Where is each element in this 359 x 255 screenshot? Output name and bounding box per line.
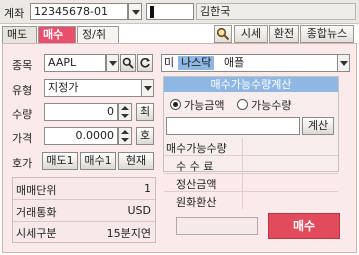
symbol-label: 종목	[12, 59, 33, 72]
price-stepper[interactable]	[118, 127, 132, 145]
tab-buy[interactable]: 매수	[38, 26, 76, 43]
calc-title: 매수가능수량계산	[164, 77, 338, 92]
text-cursor	[150, 6, 154, 18]
search-icon	[216, 27, 230, 41]
info-label: 매매단위	[16, 184, 57, 197]
stock-dropdown-button[interactable]	[337, 54, 350, 72]
info-table: 매매단위 1 거래통화 USD 시세구분 15분지연	[12, 177, 156, 243]
calc-row: 수 수 료	[164, 156, 338, 174]
calc-input[interactable]	[166, 117, 300, 135]
calc-row: 매수가능수량	[164, 138, 338, 156]
exchange-button[interactable]: 환전	[269, 25, 299, 43]
divider	[242, 138, 243, 155]
radio-available-qty-label: 가능수량	[251, 99, 292, 112]
calc-button[interactable]: 계산	[302, 117, 334, 135]
divider	[242, 156, 243, 173]
arrow-up-icon	[121, 106, 129, 110]
arrow-down-icon	[121, 114, 129, 118]
radio-available-qty[interactable]	[237, 99, 248, 110]
market-badge: 나스닥	[178, 56, 215, 70]
stock-info-field: 미 나스닥 애플	[161, 54, 338, 72]
order-type-dropdown-button[interactable]	[141, 79, 154, 97]
quantity-input[interactable]: 0	[44, 103, 118, 121]
arrow-up-icon	[121, 130, 129, 134]
calc-row: 정산금액	[164, 174, 338, 192]
order-type-select[interactable]: 지정가	[44, 79, 142, 97]
account-label: 계좌	[4, 7, 25, 20]
quantity-stepper[interactable]	[118, 103, 132, 121]
price-quote-button[interactable]: 호	[136, 127, 154, 145]
quote-current-button[interactable]: 현재	[118, 152, 154, 170]
chevron-down-icon	[132, 10, 140, 15]
chevron-down-icon	[340, 61, 348, 66]
tab-modify-cancel[interactable]: 정/취	[77, 26, 119, 43]
info-value: 1	[144, 182, 151, 195]
quote-buy1-button[interactable]: 매수1	[80, 152, 116, 170]
buy-submit-button[interactable]: 매수	[268, 213, 340, 239]
symbol-dropdown-button[interactable]	[106, 54, 119, 72]
account-holder-name: 김한국	[196, 3, 356, 20]
message-box	[176, 217, 258, 235]
divider	[242, 174, 243, 191]
calc-row: 원화환산	[164, 192, 338, 210]
arrow-down-icon	[121, 138, 129, 142]
price-input[interactable]: 0.0000	[44, 127, 118, 145]
info-value: 15분지연	[106, 227, 151, 240]
price-label: 가격	[12, 132, 33, 145]
symbol-search-button[interactable]	[120, 54, 136, 72]
password-field[interactable]	[146, 3, 194, 20]
radio-available-amount[interactable]	[170, 99, 181, 110]
calc-row-label: 매수가능수량	[166, 142, 227, 155]
info-row: 거래통화 USD	[13, 200, 155, 222]
quote-label: 호가	[12, 157, 33, 170]
calc-row-label: 수 수 료	[176, 160, 214, 173]
chevron-down-icon	[144, 86, 152, 91]
info-value: USD	[127, 204, 151, 217]
info-label: 거래통화	[16, 206, 57, 219]
quote-button[interactable]: 시세	[234, 25, 268, 43]
calc-result-table: 매수가능수량 수 수 료 정산금액 원화환산	[164, 138, 338, 210]
account-dropdown-button[interactable]	[128, 3, 142, 20]
quote-sell1-button[interactable]: 매도1	[42, 152, 78, 170]
max-quantity-button[interactable]: 최	[136, 103, 154, 121]
search-tool-button[interactable]	[214, 25, 232, 43]
symbol-input[interactable]: AAPL	[44, 54, 106, 72]
calc-row-label: 원화환산	[176, 196, 217, 209]
refresh-button[interactable]	[137, 54, 153, 72]
info-row: 매매단위 1	[13, 178, 155, 200]
refresh-icon	[140, 58, 150, 68]
radio-available-amount-label: 가능금액	[184, 99, 225, 112]
search-icon	[122, 57, 134, 69]
chevron-down-icon	[109, 61, 117, 66]
info-label: 시세구분	[16, 227, 57, 240]
divider	[242, 192, 243, 209]
account-number-field[interactable]: 12345678-01	[30, 3, 128, 20]
market-country: 미	[164, 56, 175, 69]
info-row: 시세구분 15분지연	[13, 222, 155, 242]
news-button[interactable]: 종합뉴스	[300, 25, 354, 43]
quantity-label: 수량	[12, 108, 33, 121]
tab-sell[interactable]: 매도	[2, 26, 37, 43]
stock-name: 애플	[224, 56, 245, 69]
calc-row-label: 정산금액	[176, 178, 217, 191]
order-type-label: 유형	[12, 84, 33, 97]
